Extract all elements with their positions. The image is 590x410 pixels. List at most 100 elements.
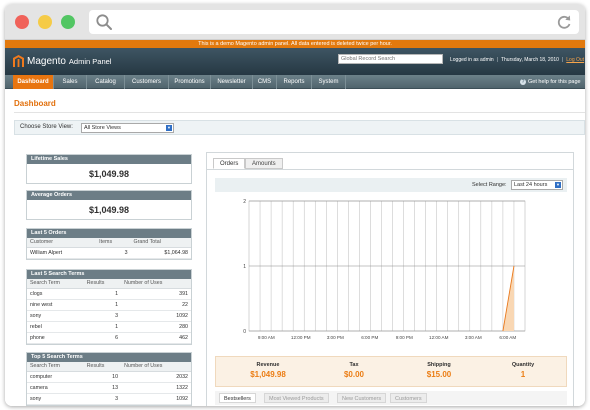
nav-sales[interactable]: Sales [54, 75, 87, 89]
search-uses: 1092 [121, 393, 191, 405]
nav-promotions[interactable]: Promotions [169, 75, 211, 89]
nav-cms[interactable]: CMS [253, 75, 277, 89]
nav-newsletter[interactable]: Newsletter [211, 75, 253, 89]
search-results: 3 [83, 393, 122, 405]
column-header[interactable]: Number of Uses [121, 279, 191, 289]
top-search-terms-table: Search Term Results Number of Uses compu… [27, 362, 191, 405]
table-row[interactable]: camera 13 1322 [27, 382, 191, 394]
minimize-window-button[interactable] [38, 15, 52, 29]
x-tick-label: 6:00 PM [361, 335, 378, 340]
column-header[interactable]: Customer [27, 238, 97, 248]
maximize-window-button[interactable] [61, 15, 75, 29]
store-view-select[interactable]: All Store Views ▼ [81, 123, 174, 133]
tab-orders[interactable]: Orders [213, 158, 246, 169]
magento-logo-icon [13, 55, 24, 67]
tab-most-viewed[interactable]: Most Viewed Products [264, 393, 329, 403]
average-orders-value: $1,049.98 [88, 205, 130, 215]
total-value: $1,049.98 [250, 370, 286, 379]
column-header[interactable]: Items [96, 238, 131, 248]
tab-bestsellers[interactable]: Bestsellers [219, 393, 256, 403]
address-bar[interactable] [89, 10, 579, 34]
search-term: nine west [27, 299, 84, 311]
last-orders-box: Last 5 Orders Customer Items Grand Total… [26, 228, 192, 260]
total-label: Quantity [511, 362, 535, 368]
column-header[interactable]: Results [83, 279, 122, 289]
total-value: 1 [520, 370, 526, 379]
table-row[interactable]: phone 6 462 [27, 332, 191, 344]
average-orders-box: Average Orders $1,049.98 [26, 190, 192, 220]
table-row[interactable]: sony 3 1092 [27, 310, 191, 322]
nav-customers[interactable]: Customers [125, 75, 169, 89]
magento-logo[interactable]: Magento Admin Panel [13, 54, 111, 68]
range-bar: Select Range: Last 24 hours ▼ [215, 178, 567, 192]
total-shipping: Shipping $15.00 [399, 362, 479, 379]
search-term: camera [27, 382, 84, 394]
average-orders-title: Average Orders [27, 191, 191, 200]
search-term: sony [27, 393, 84, 405]
x-tick-label: 12:00 AM [429, 335, 449, 340]
table-row[interactable]: nine west 1 22 [27, 299, 191, 311]
y-tick-label: 0 [243, 329, 246, 335]
table-row[interactable]: computer 10 2032 [27, 371, 191, 383]
search-uses: 391 [121, 288, 191, 300]
table-row[interactable]: sony 3 1092 [27, 393, 191, 405]
lifetime-sales-box: Lifetime Sales $1,049.98 [26, 154, 192, 184]
total-label: Revenue [256, 362, 280, 368]
dashboard-main-panel: Orders Amounts Select Range: Last 24 hou… [206, 152, 574, 406]
column-header[interactable]: Results [83, 362, 122, 372]
help-label: Get help for this page [528, 79, 581, 85]
x-tick-label: 9:00 AM [258, 335, 275, 340]
help-link[interactable]: ? Get help for this page [520, 75, 581, 89]
range-select[interactable]: Last 24 hours ▼ [511, 180, 563, 190]
store-view-label: Choose Store View: [20, 124, 73, 130]
range-label: Select Range: [472, 182, 507, 188]
search-uses: 1092 [121, 310, 191, 322]
nav-reports[interactable]: Reports [277, 75, 312, 89]
total-value: $15.00 [426, 370, 452, 379]
browser-chrome [5, 4, 585, 40]
nav-catalog[interactable]: Catalog [87, 75, 125, 89]
column-header[interactable]: Grand Total [130, 238, 191, 248]
tab-customers[interactable]: Customers [390, 393, 427, 403]
tab-amounts[interactable]: Amounts [245, 158, 283, 169]
order-total: $1,064.98 [130, 247, 191, 259]
column-header[interactable]: Search Term [27, 362, 84, 372]
nav-system[interactable]: System [312, 75, 346, 89]
store-view-value: All Store Views [84, 125, 121, 131]
logo-subtitle: Admin Panel [68, 56, 112, 66]
search-results: 3 [83, 310, 122, 322]
search-results: 1 [83, 299, 122, 311]
x-tick-label: 6:00 AM [499, 335, 516, 340]
search-term: rebel [27, 321, 84, 333]
reload-icon[interactable] [555, 13, 573, 33]
browser-window: This is a demo Magento admin panel. All … [5, 4, 585, 406]
main-nav: Dashboard Sales Catalog Customers Promot… [5, 75, 585, 89]
x-tick-label: 12:00 PM [291, 335, 311, 340]
table-row[interactable]: William Alpert 3 $1,064.98 [27, 247, 191, 259]
current-date: Thursday, March 18, 2010 [500, 57, 559, 63]
logout-link[interactable]: Log Out [566, 57, 584, 63]
column-header[interactable]: Search Term [27, 279, 84, 289]
search-uses: 462 [121, 332, 191, 344]
search-results: 10 [83, 371, 122, 383]
table-row[interactable]: clogs 1 391 [27, 288, 191, 300]
x-tick-label: 9:00 PM [396, 335, 413, 340]
search-results: 6 [83, 332, 122, 344]
x-tick-label: 3:00 AM [465, 335, 482, 340]
page-title: Dashboard [14, 99, 56, 108]
table-header-row: Search Term Results Number of Uses [27, 362, 191, 372]
admin-header: Magento Admin Panel Logged in as admin|T… [5, 48, 585, 75]
lifetime-sales-title: Lifetime Sales [27, 155, 191, 164]
tab-new-customers[interactable]: New Customers [337, 393, 387, 403]
admin-page: This is a demo Magento admin panel. All … [5, 40, 585, 406]
header-info: Logged in as admin | Thursday, March 18, 2… [450, 57, 585, 63]
search-results: 1 [83, 321, 122, 333]
global-search-input[interactable] [338, 54, 443, 64]
close-window-button[interactable] [15, 15, 29, 29]
nav-dashboard[interactable]: Dashboard [13, 75, 54, 89]
search-results: 1 [83, 288, 122, 300]
table-row[interactable]: rebel 1 280 [27, 321, 191, 333]
order-items: 3 [96, 247, 131, 259]
column-header[interactable]: Number of Uses [121, 362, 191, 372]
logged-in-text: Logged in as admin [450, 57, 494, 63]
